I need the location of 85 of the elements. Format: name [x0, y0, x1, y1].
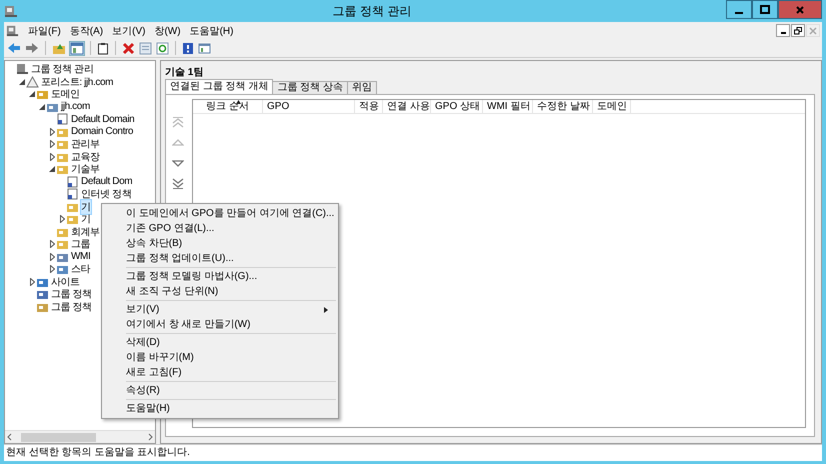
console-icon — [16, 63, 29, 76]
tree-item[interactable]: jjh.com — [60, 100, 91, 114]
close-icon — [809, 26, 817, 34]
menu-item[interactable]: 기존 GPO 연결(L)... — [126, 223, 214, 234]
back-arrow-icon[interactable] — [7, 42, 21, 54]
clipboard-icon[interactable] — [97, 42, 109, 54]
tree-item[interactable]: Default Dom — [80, 175, 134, 188]
folder-icon — [36, 288, 49, 300]
tab[interactable]: 연결된 그룹 정책 개체 — [165, 79, 274, 94]
tree-item[interactable]: WMI — [70, 250, 92, 264]
close-button[interactable] — [778, 0, 822, 19]
status-bar: 현재 선택한 항목의 도움말을 표시합니다. — [4, 444, 822, 461]
minimize-button[interactable] — [776, 24, 790, 37]
column-header[interactable]: GPO — [263, 100, 355, 113]
folder-icon — [56, 238, 69, 250]
tree-item[interactable]: 기 — [80, 198, 92, 215]
collapsed-arrow-icon[interactable] — [50, 152, 54, 161]
menu-item[interactable]: 보기(V) — [112, 24, 146, 38]
expanded-arrow-icon[interactable] — [39, 104, 45, 110]
horizontal-scrollbar[interactable] — [5, 430, 155, 443]
menu-item[interactable]: 새 조직 구성 단위(N) — [126, 286, 218, 297]
tree-pane-icon[interactable] — [70, 42, 84, 54]
column-header[interactable]: 도메인 — [593, 100, 631, 113]
minimize-icon — [735, 12, 743, 14]
expanded-arrow-icon[interactable] — [29, 91, 35, 98]
collapsed-arrow-icon[interactable] — [50, 252, 54, 261]
collapsed-arrow-icon[interactable] — [50, 140, 54, 148]
tab[interactable]: 위임 — [346, 81, 377, 94]
restore-button[interactable] — [791, 24, 805, 37]
tree-item[interactable]: Default Domain — [70, 112, 136, 126]
expanded-arrow-icon[interactable] — [49, 166, 55, 172]
menu-item[interactable]: 창(W) — [154, 24, 181, 38]
delete-icon[interactable] — [122, 42, 135, 54]
menu-item[interactable]: 파일(F) — [28, 24, 61, 38]
column-header[interactable]: GPO 상태 — [431, 100, 483, 113]
up-folder-icon[interactable] — [52, 42, 66, 54]
window-icon[interactable] — [198, 42, 211, 54]
menu-item[interactable]: 여기에서 창 새로 만들기(W) — [126, 319, 250, 330]
console-icon[interactable] — [6, 24, 19, 37]
menu-item[interactable]: 도움말(H) — [190, 24, 234, 38]
menu-item[interactable]: 보기(V) — [126, 304, 160, 315]
folder-icon — [66, 213, 79, 226]
details-title: 기술 1팀 — [165, 66, 204, 79]
folder-icon — [56, 163, 69, 176]
console-icon — [4, 4, 18, 18]
column-header[interactable]: WMI 필터 — [483, 100, 533, 113]
refresh-icon[interactable] — [156, 42, 169, 54]
collapsed-arrow-icon[interactable] — [50, 240, 54, 248]
window-title: 그룹 정책 관리 — [332, 2, 412, 20]
expanded-arrow-icon[interactable] — [19, 78, 25, 85]
menu-item[interactable]: 속성(R) — [126, 385, 160, 396]
tab[interactable]: 그룹 정책 상속 — [272, 81, 348, 94]
column-header[interactable]: 수정한 날짜 — [533, 100, 593, 113]
triangle-icon — [26, 76, 39, 88]
menu-item[interactable]: 그룹 정책 업데이트(U)... — [126, 253, 234, 264]
menu-item[interactable]: 이 도메인에서 GPO를 만들어 여기에 연결(C)... — [126, 208, 334, 219]
collapsed-arrow-icon[interactable] — [50, 128, 54, 136]
menu-item[interactable]: 상속 차단(B) — [126, 238, 182, 249]
minimize-button[interactable] — [726, 0, 752, 19]
collapsed-arrow-icon[interactable] — [30, 278, 34, 286]
collapsed-arrow-icon[interactable] — [60, 215, 64, 224]
menu-item[interactable]: 동작(A) — [70, 24, 104, 38]
close-icon — [795, 4, 805, 14]
folder-icon — [56, 138, 69, 150]
maximize-button[interactable] — [752, 0, 778, 19]
menu-item[interactable]: 그룹 정책 모델링 마법사(G)... — [126, 271, 258, 282]
menu-item[interactable]: 삭제(D) — [126, 337, 160, 348]
sort-arrow-icon — [236, 100, 241, 104]
minimize-icon — [780, 32, 786, 34]
submenu-arrow-icon — [324, 307, 328, 313]
collapsed-arrow-icon[interactable] — [50, 265, 54, 274]
column-header[interactable]: 적용 — [355, 100, 383, 113]
move-bottom-icon[interactable] — [172, 177, 184, 189]
tree-item[interactable]: Domain Contro — [70, 125, 134, 138]
folder-icon — [36, 88, 49, 100]
column-header[interactable]: 연결 사용 — [383, 100, 431, 113]
maximize-icon — [760, 4, 770, 14]
menu-item[interactable]: 이름 바꾸기(M) — [126, 352, 194, 363]
menu-item[interactable]: 도움말(H) — [126, 403, 170, 414]
restore-icon — [794, 26, 802, 34]
menu-item[interactable]: 새로 고침(F) — [126, 367, 182, 378]
folder-icon — [56, 263, 69, 276]
forward-arrow-icon[interactable] — [25, 42, 39, 54]
scroll-thumb[interactable] — [21, 432, 96, 442]
help-icon[interactable] — [182, 42, 194, 54]
